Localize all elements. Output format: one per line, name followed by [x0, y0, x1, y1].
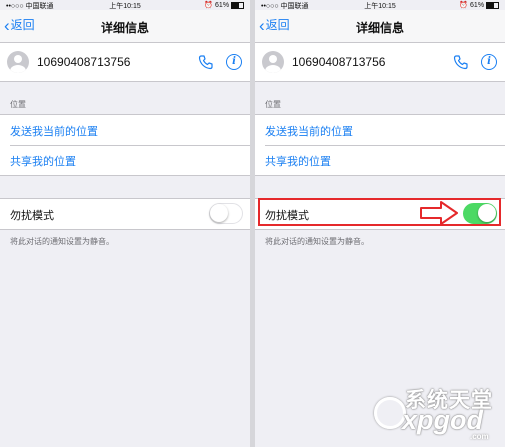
- phone-icon[interactable]: [198, 54, 214, 70]
- contact-row: 10690408713756 i: [0, 43, 250, 82]
- dnd-toggle[interactable]: [209, 203, 243, 224]
- dnd-label: 勿扰模式: [10, 209, 54, 222]
- battery-percent: 61%: [215, 2, 230, 9]
- location-section-label: 位置: [10, 100, 26, 109]
- share-location-link[interactable]: 共享我的位置: [10, 153, 76, 169]
- dnd-footnote: 将此对话的通知设置为静音。: [265, 237, 369, 246]
- dnd-footnote: 将此对话的通知设置为静音。: [10, 237, 114, 246]
- battery-icon: [231, 1, 244, 9]
- arrow-right-icon: [420, 201, 458, 225]
- location-section-label: 位置: [265, 100, 281, 109]
- location-group: 发送我当前的位置 共享我的位置: [255, 114, 505, 176]
- highlight-box: [258, 198, 501, 226]
- page-title: 详细信息: [355, 21, 404, 35]
- status-bar: ••○○○ 中国联通 上午10:15 ⏰ 61%: [255, 0, 505, 10]
- battery-percent: 61%: [470, 2, 485, 9]
- screen-before: ••○○○ 中国联通 上午10:15 ⏰ 61% ‹返回 详细信息 106904…: [0, 0, 250, 447]
- battery-indicator: ⏰ 61%: [459, 1, 499, 9]
- contact-row: 10690408713756 i: [255, 43, 505, 82]
- dnd-row: 勿扰模式: [0, 198, 250, 230]
- page-title: 详细信息: [100, 21, 149, 35]
- send-location-link[interactable]: 发送我当前的位置: [265, 123, 353, 139]
- info-icon[interactable]: i: [481, 54, 497, 70]
- watermark-domain: .com: [470, 432, 489, 441]
- phone-icon[interactable]: [453, 54, 469, 70]
- nav-bar: ‹返回 详细信息: [255, 10, 505, 43]
- status-bar: ••○○○ 中国联通 上午10:15 ⏰ 61%: [0, 0, 250, 10]
- screen-after: ••○○○ 中国联通 上午10:15 ⏰ 61% ‹返回 详细信息 106904…: [255, 0, 505, 447]
- location-group: 发送我当前的位置 共享我的位置: [0, 114, 250, 176]
- contact-number: 10690408713756: [292, 55, 386, 69]
- battery-icon: [486, 1, 499, 9]
- contact-number: 10690408713756: [37, 55, 131, 69]
- share-location-link[interactable]: 共享我的位置: [265, 153, 331, 169]
- alarm-icon: ⏰: [459, 2, 469, 9]
- alarm-icon: ⏰: [204, 2, 214, 9]
- info-icon[interactable]: i: [226, 54, 242, 70]
- avatar: [262, 51, 284, 73]
- avatar: [7, 51, 29, 73]
- battery-indicator: ⏰ 61%: [204, 1, 244, 9]
- nav-bar: ‹返回 详细信息: [0, 10, 250, 43]
- send-location-link[interactable]: 发送我当前的位置: [10, 123, 98, 139]
